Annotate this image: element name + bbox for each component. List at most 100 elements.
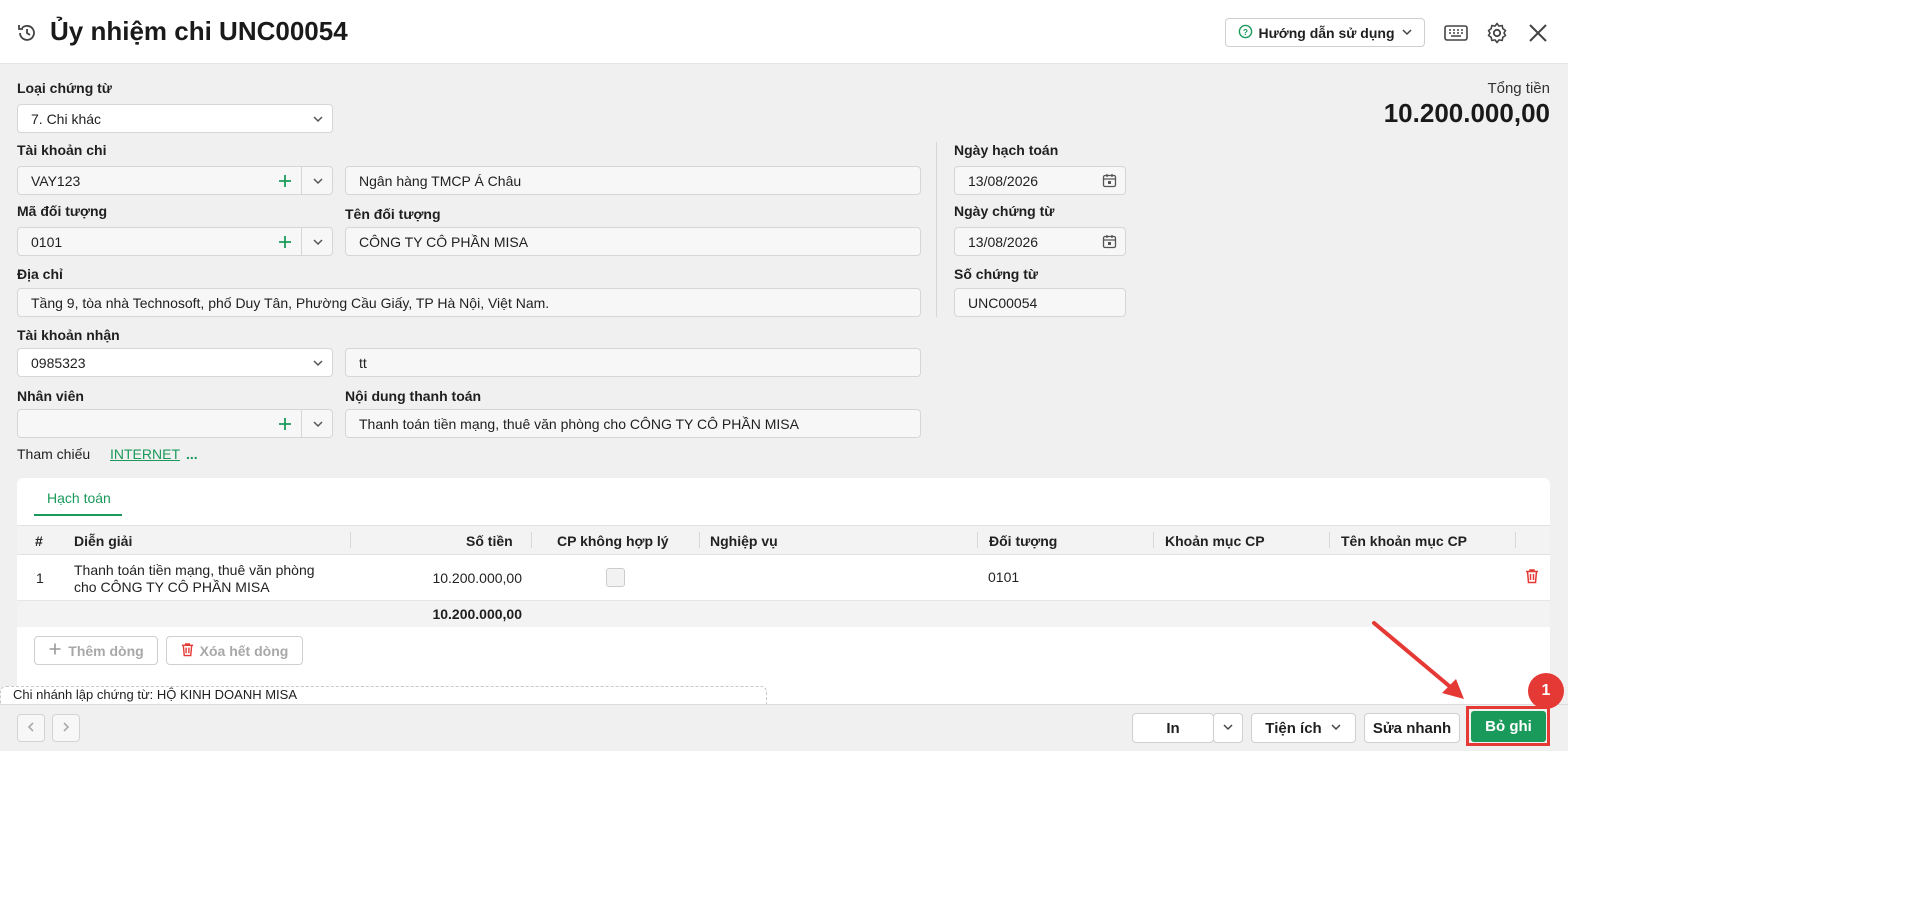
object-code-label: Mã đối tượng [17, 203, 108, 219]
print-options-button[interactable] [1213, 713, 1243, 743]
plus-icon[interactable] [276, 233, 294, 251]
annotation-arrow [1372, 621, 1464, 699]
voucher-date-value: 13/08/2026 [968, 233, 1039, 250]
trash-icon [181, 642, 194, 660]
col-separator [1329, 532, 1330, 548]
voucher-date-label: Ngày chứng từ [954, 203, 1055, 219]
chevron-left-icon [25, 720, 37, 736]
chevron-down-icon [310, 111, 326, 127]
receive-account-select[interactable]: 0985323 [17, 348, 333, 377]
help-button[interactable]: ? Hướng dẫn sử dụng [1225, 18, 1425, 47]
print-button[interactable]: In [1132, 713, 1214, 743]
delete-all-rows-label: Xóa hết dòng [199, 642, 289, 659]
unpost-button[interactable]: Bỏ ghi [1471, 711, 1546, 742]
sum-amount: 10.200.000,00 [432, 606, 522, 622]
reference-label: Tham chiếu [17, 446, 91, 462]
chevron-down-icon[interactable] [310, 416, 326, 432]
pay-bank-name-field[interactable]: Ngân hàng TMCP Á Châu [345, 166, 921, 195]
voucher-type-select[interactable]: 7. Chi khác [17, 104, 333, 133]
next-button[interactable] [52, 714, 80, 742]
pay-account-value: VAY123 [31, 172, 81, 189]
grid-header: # Diễn giải Số tiền CP không hợp lý Nghi… [17, 525, 1550, 555]
col-object[interactable]: Đối tượng [989, 533, 1057, 549]
address-label: Địa chỉ [17, 266, 63, 282]
col-separator [531, 532, 532, 548]
previous-button[interactable] [17, 714, 45, 742]
row-object: 0101 [988, 569, 1020, 585]
accounting-date-value: 13/08/2026 [968, 172, 1039, 189]
divider [301, 410, 302, 437]
unreasonable-cost-checkbox[interactable] [606, 568, 625, 587]
trash-icon[interactable] [1525, 568, 1539, 587]
utilities-button[interactable]: Tiện ích [1251, 713, 1356, 743]
help-icon: ? [1238, 24, 1253, 42]
chevron-down-icon [1330, 720, 1342, 737]
tab-accounting[interactable]: Hạch toán [47, 490, 111, 506]
add-row-label: Thêm dòng [68, 642, 144, 659]
voucher-type-value: 7. Chi khác [31, 110, 102, 127]
step-badge: 1 [1528, 673, 1564, 709]
pay-account-label: Tài khoản chi [17, 142, 107, 158]
col-description[interactable]: Diễn giải [74, 533, 132, 549]
reference-link[interactable]: INTERNET [110, 446, 180, 462]
receive-bank-name-value: tt [359, 354, 367, 371]
keyboard-icon[interactable] [1443, 20, 1469, 46]
quick-edit-button[interactable]: Sửa nhanh [1364, 713, 1460, 743]
address-field[interactable]: Tầng 9, tòa nhà Technosoft, phố Duy Tân,… [17, 288, 921, 317]
row-description-line1: Thanh toán tiền mạng, thuê văn phòng [74, 562, 315, 578]
plus-icon[interactable] [276, 172, 294, 190]
receive-bank-name-field[interactable]: tt [345, 348, 921, 377]
branch-info: Chi nhánh lập chứng từ: HỘ KINH DOANH MI… [13, 687, 298, 702]
payment-content-label: Nội dung thanh toán [345, 388, 482, 404]
row-index: 1 [36, 570, 44, 586]
reference-more-button[interactable]: ... [186, 446, 198, 462]
col-unreasonable-cost[interactable]: CP không hợp lý [557, 533, 669, 549]
object-code-value: 0101 [31, 233, 63, 250]
row-amount: 10.200.000,00 [432, 570, 522, 586]
divider [301, 167, 302, 194]
object-code-combo[interactable]: 0101 [17, 227, 333, 256]
voucher-no-field[interactable]: UNC00054 [954, 288, 1126, 317]
receive-account-value: 0985323 [31, 354, 86, 371]
plus-icon[interactable] [276, 415, 294, 433]
col-separator [350, 532, 351, 548]
voucher-no-label: Số chứng từ [954, 266, 1039, 282]
plus-icon [48, 642, 62, 659]
close-icon[interactable] [1525, 20, 1551, 46]
table-row[interactable]: 1 Thanh toán tiền mạng, thuê văn phòng c… [17, 555, 1550, 601]
employee-combo[interactable] [17, 409, 333, 438]
col-amount[interactable]: Số tiền [466, 533, 513, 549]
row-description-line2: cho CÔNG TY CÔ PHẦN MISA [74, 579, 270, 595]
history-icon[interactable] [16, 22, 38, 44]
calendar-icon[interactable] [1102, 234, 1117, 249]
accounting-date-field[interactable]: 13/08/2026 [954, 166, 1126, 195]
tab-active-indicator [34, 514, 122, 516]
gear-icon[interactable] [1484, 20, 1510, 46]
col-separator [1153, 532, 1154, 548]
grid-sum-row: 10.200.000,00 [17, 601, 1550, 627]
title-bar: Ủy nhiệm chi UNC00054 ? Hướng dẫn sử dụn… [0, 0, 1568, 64]
help-label: Hướng dẫn sử dụng [1258, 24, 1395, 41]
employee-label: Nhân viên [17, 388, 84, 404]
receive-account-label: Tài khoản nhận [17, 327, 120, 343]
object-name-label: Tên đối tượng [345, 206, 441, 222]
add-row-button[interactable]: Thêm dòng [34, 636, 158, 665]
voucher-date-field[interactable]: 13/08/2026 [954, 227, 1126, 256]
chevron-down-icon [310, 355, 326, 371]
delete-all-rows-button[interactable]: Xóa hết dòng [166, 636, 303, 665]
col-cost-item[interactable]: Khoản mục CP [1165, 533, 1265, 549]
quick-edit-label: Sửa nhanh [1372, 719, 1452, 737]
col-cost-item-name[interactable]: Tên khoản mục CP [1341, 533, 1467, 549]
svg-text:?: ? [1242, 26, 1247, 36]
calendar-icon[interactable] [1102, 173, 1117, 188]
col-business[interactable]: Nghiệp vụ [710, 533, 778, 549]
pay-account-combo[interactable]: VAY123 [17, 166, 333, 195]
payment-content-field[interactable]: Thanh toán tiền mạng, thuê văn phòng cho… [345, 409, 921, 438]
voucher-type-label: Loại chứng từ [17, 80, 112, 96]
chevron-down-icon[interactable] [310, 234, 326, 250]
chevron-down-icon[interactable] [310, 173, 326, 189]
col-separator [1515, 532, 1516, 548]
accounting-grid-panel: Hạch toán # Diễn giải Số tiền CP không h… [17, 478, 1550, 704]
col-index: # [35, 533, 43, 549]
object-name-field[interactable]: CÔNG TY CÔ PHẦN MISA [345, 227, 921, 256]
